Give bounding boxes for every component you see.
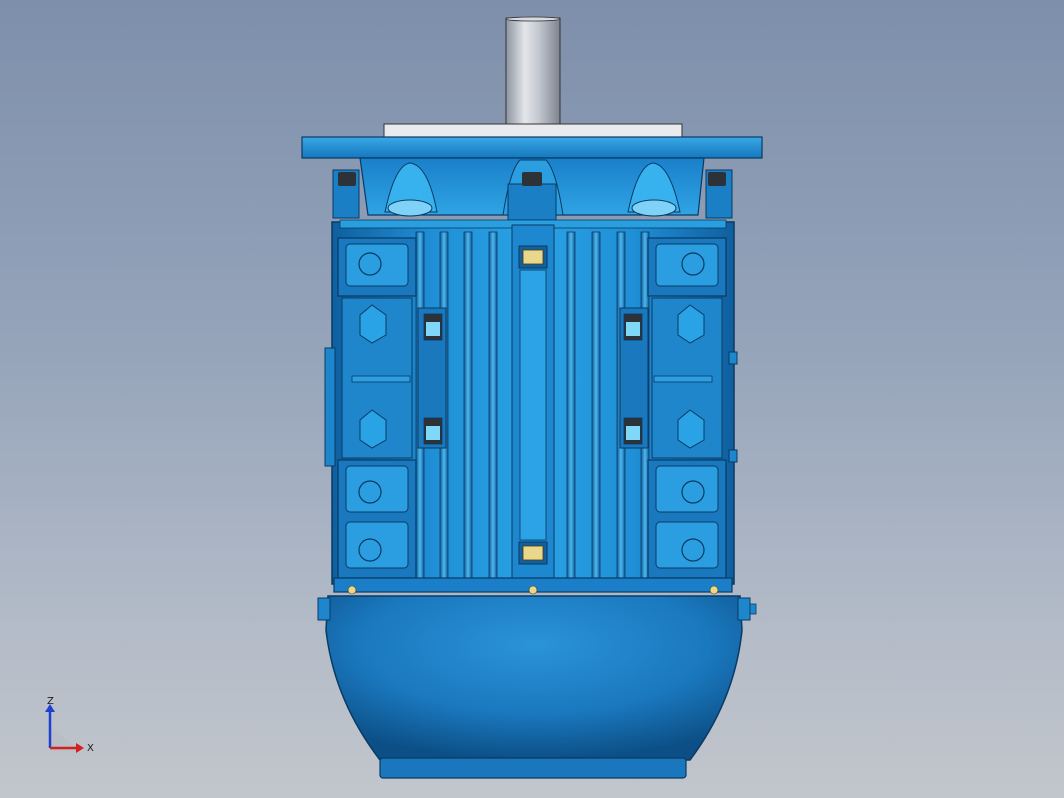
mounting-flange[interactable] (301, 123, 763, 159)
mount-pad-left-lower (337, 459, 417, 579)
mount-pad-right-upper (647, 237, 727, 297)
fan-cover[interactable] (317, 595, 757, 779)
mount-pad-right-lower (647, 459, 727, 579)
flange-bolt-left (332, 169, 360, 219)
center-rib (511, 224, 555, 586)
bracket-left (417, 307, 447, 449)
housing-bottom-ring (333, 577, 733, 595)
z-axis-label: Z (47, 696, 54, 707)
coordinate-triad: Z X (45, 696, 94, 754)
mount-pad-left-upper (337, 237, 417, 297)
bracket-right (619, 307, 649, 449)
x-axis-label: X (87, 743, 94, 754)
flange-bolt-right (705, 169, 733, 219)
motor-shaft[interactable] (505, 16, 561, 131)
cad-viewport[interactable] (0, 0, 1064, 798)
